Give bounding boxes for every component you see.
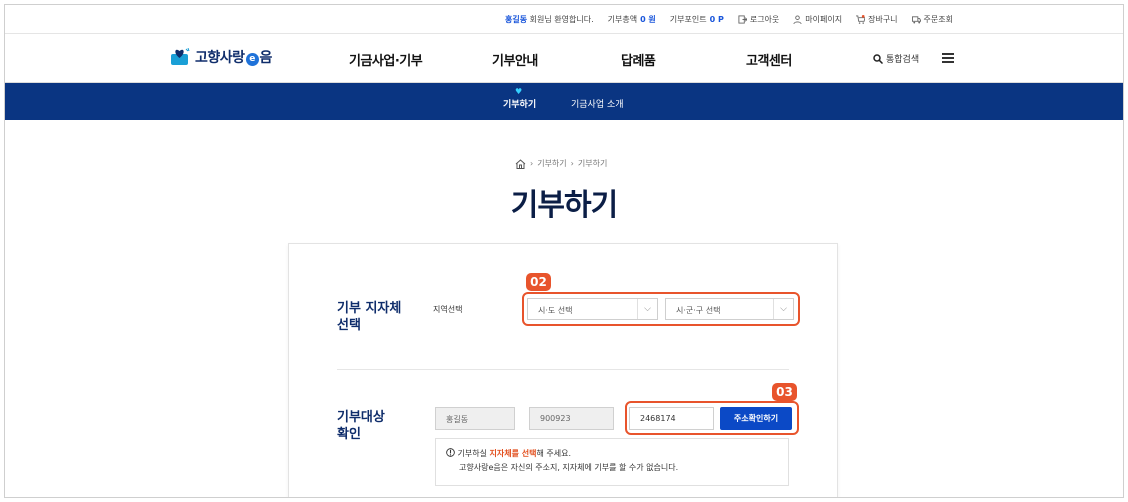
nav-fund-projects[interactable]: 기금사업·기부 — [349, 50, 423, 69]
annotation-badge-03: 03 — [772, 383, 797, 401]
main-header: 고향사랑 e 음 기금사업·기부 기부안내 답례품 고객센터 통합검색 — [5, 35, 1123, 83]
site-logo[interactable]: 고향사랑 e 음 — [170, 47, 272, 67]
user-icon — [793, 15, 802, 24]
mypage-label: 마이페이지 — [805, 15, 843, 24]
donation-total-value: 0 원 — [640, 15, 656, 24]
section-divider — [337, 369, 789, 370]
nav-donation-guide[interactable]: 기부안내 — [492, 50, 538, 69]
subnav-tab-fund-intro[interactable]: 기금사업 소개 — [571, 97, 624, 110]
search-label: 통합검색 — [886, 55, 920, 65]
greeting-text: 회원님 환영합니다. — [529, 15, 594, 24]
points-label: 기부포인트 — [669, 15, 707, 24]
order-lookup-link[interactable]: 주문조회 — [911, 14, 953, 25]
donation-total-label: 기부총액 — [607, 15, 638, 24]
donation-form-card: 기부 지자체 선택 지역선택 시·도 선택 ⌵ 시·군·구 선택 ⌵ 02 기부… — [288, 243, 838, 497]
region-label: 지역선택 — [433, 305, 463, 314]
breadcrumb: › 기부하기 › 기부하기 — [515, 158, 607, 169]
notice-box: 기부하실 지자체를 선택해 주세요. 고향사랑e음은 자신의 주소지, 지자체에… — [435, 438, 789, 486]
points: 기부포인트 0 P — [670, 14, 724, 25]
section-title-region: 기부 지자체 선택 — [337, 301, 402, 333]
logout-icon — [738, 15, 747, 24]
cart-label: 장바구니 — [868, 15, 898, 24]
utility-bar: 홍길동 회원님 환영합니다. 기부총액 0 원 기부포인트 0 P 로그아웃 마… — [5, 5, 1123, 34]
logo-e-mark: e — [245, 53, 259, 66]
mypage-link[interactable]: 마이페이지 — [793, 14, 842, 25]
cart-link[interactable]: 장바구니 — [856, 14, 898, 25]
truck-icon — [911, 16, 921, 24]
heart-mail-icon — [171, 48, 190, 65]
nav-customer-center[interactable]: 고객센터 — [746, 50, 792, 69]
user-name: 홍길동 — [505, 15, 528, 24]
annotation-box-02 — [522, 292, 800, 326]
subnav-tab-donate[interactable]: 기부하기 — [503, 97, 536, 110]
annotation-box-03 — [625, 401, 799, 435]
notice-line-2: 고향사랑e음은 자신의 주소지, 지자체에 기부를 할 수가 없습니다. — [459, 463, 679, 472]
section-title-verify: 기부대상 확인 — [337, 410, 385, 442]
hamburger-menu-icon[interactable] — [942, 53, 954, 63]
birthdate-field: 900923 — [529, 407, 614, 430]
logout-link[interactable]: 로그아웃 — [738, 14, 779, 25]
order-lookup-label: 주문조회 — [923, 15, 953, 24]
name-field: 홍길동 — [435, 407, 515, 430]
active-heart-icon: ♥ — [515, 87, 523, 96]
greeting: 홍길동 회원님 환영합니다. — [505, 14, 594, 25]
nav-gifts[interactable]: 답례품 — [621, 50, 656, 69]
page-frame: 홍길동 회원님 환영합니다. 기부총액 0 원 기부포인트 0 P 로그아웃 마… — [4, 4, 1124, 498]
home-icon[interactable] — [515, 158, 526, 169]
logout-label: 로그아웃 — [749, 15, 780, 24]
info-icon — [446, 448, 455, 457]
donation-total: 기부총액 0 원 — [608, 14, 656, 25]
search-button[interactable]: 통합검색 — [873, 52, 919, 65]
points-value: 0 P — [709, 15, 724, 24]
search-icon — [873, 53, 883, 64]
breadcrumb-item: 기부하기 — [577, 159, 608, 168]
notice-line-1: 기부하실 지자체를 선택해 주세요. — [446, 447, 778, 461]
breadcrumb-item[interactable]: 기부하기 — [537, 158, 566, 169]
page-title: 기부하기 — [510, 188, 618, 223]
annotation-badge-02: 02 — [526, 273, 551, 291]
sub-navigation: ♥ 기부하기 기금사업 소개 — [5, 83, 1123, 120]
notice-highlight: 지자체를 선택 — [489, 449, 537, 458]
logo-text: 고향사랑 e 음 — [195, 50, 272, 66]
cart-icon — [856, 15, 866, 24]
